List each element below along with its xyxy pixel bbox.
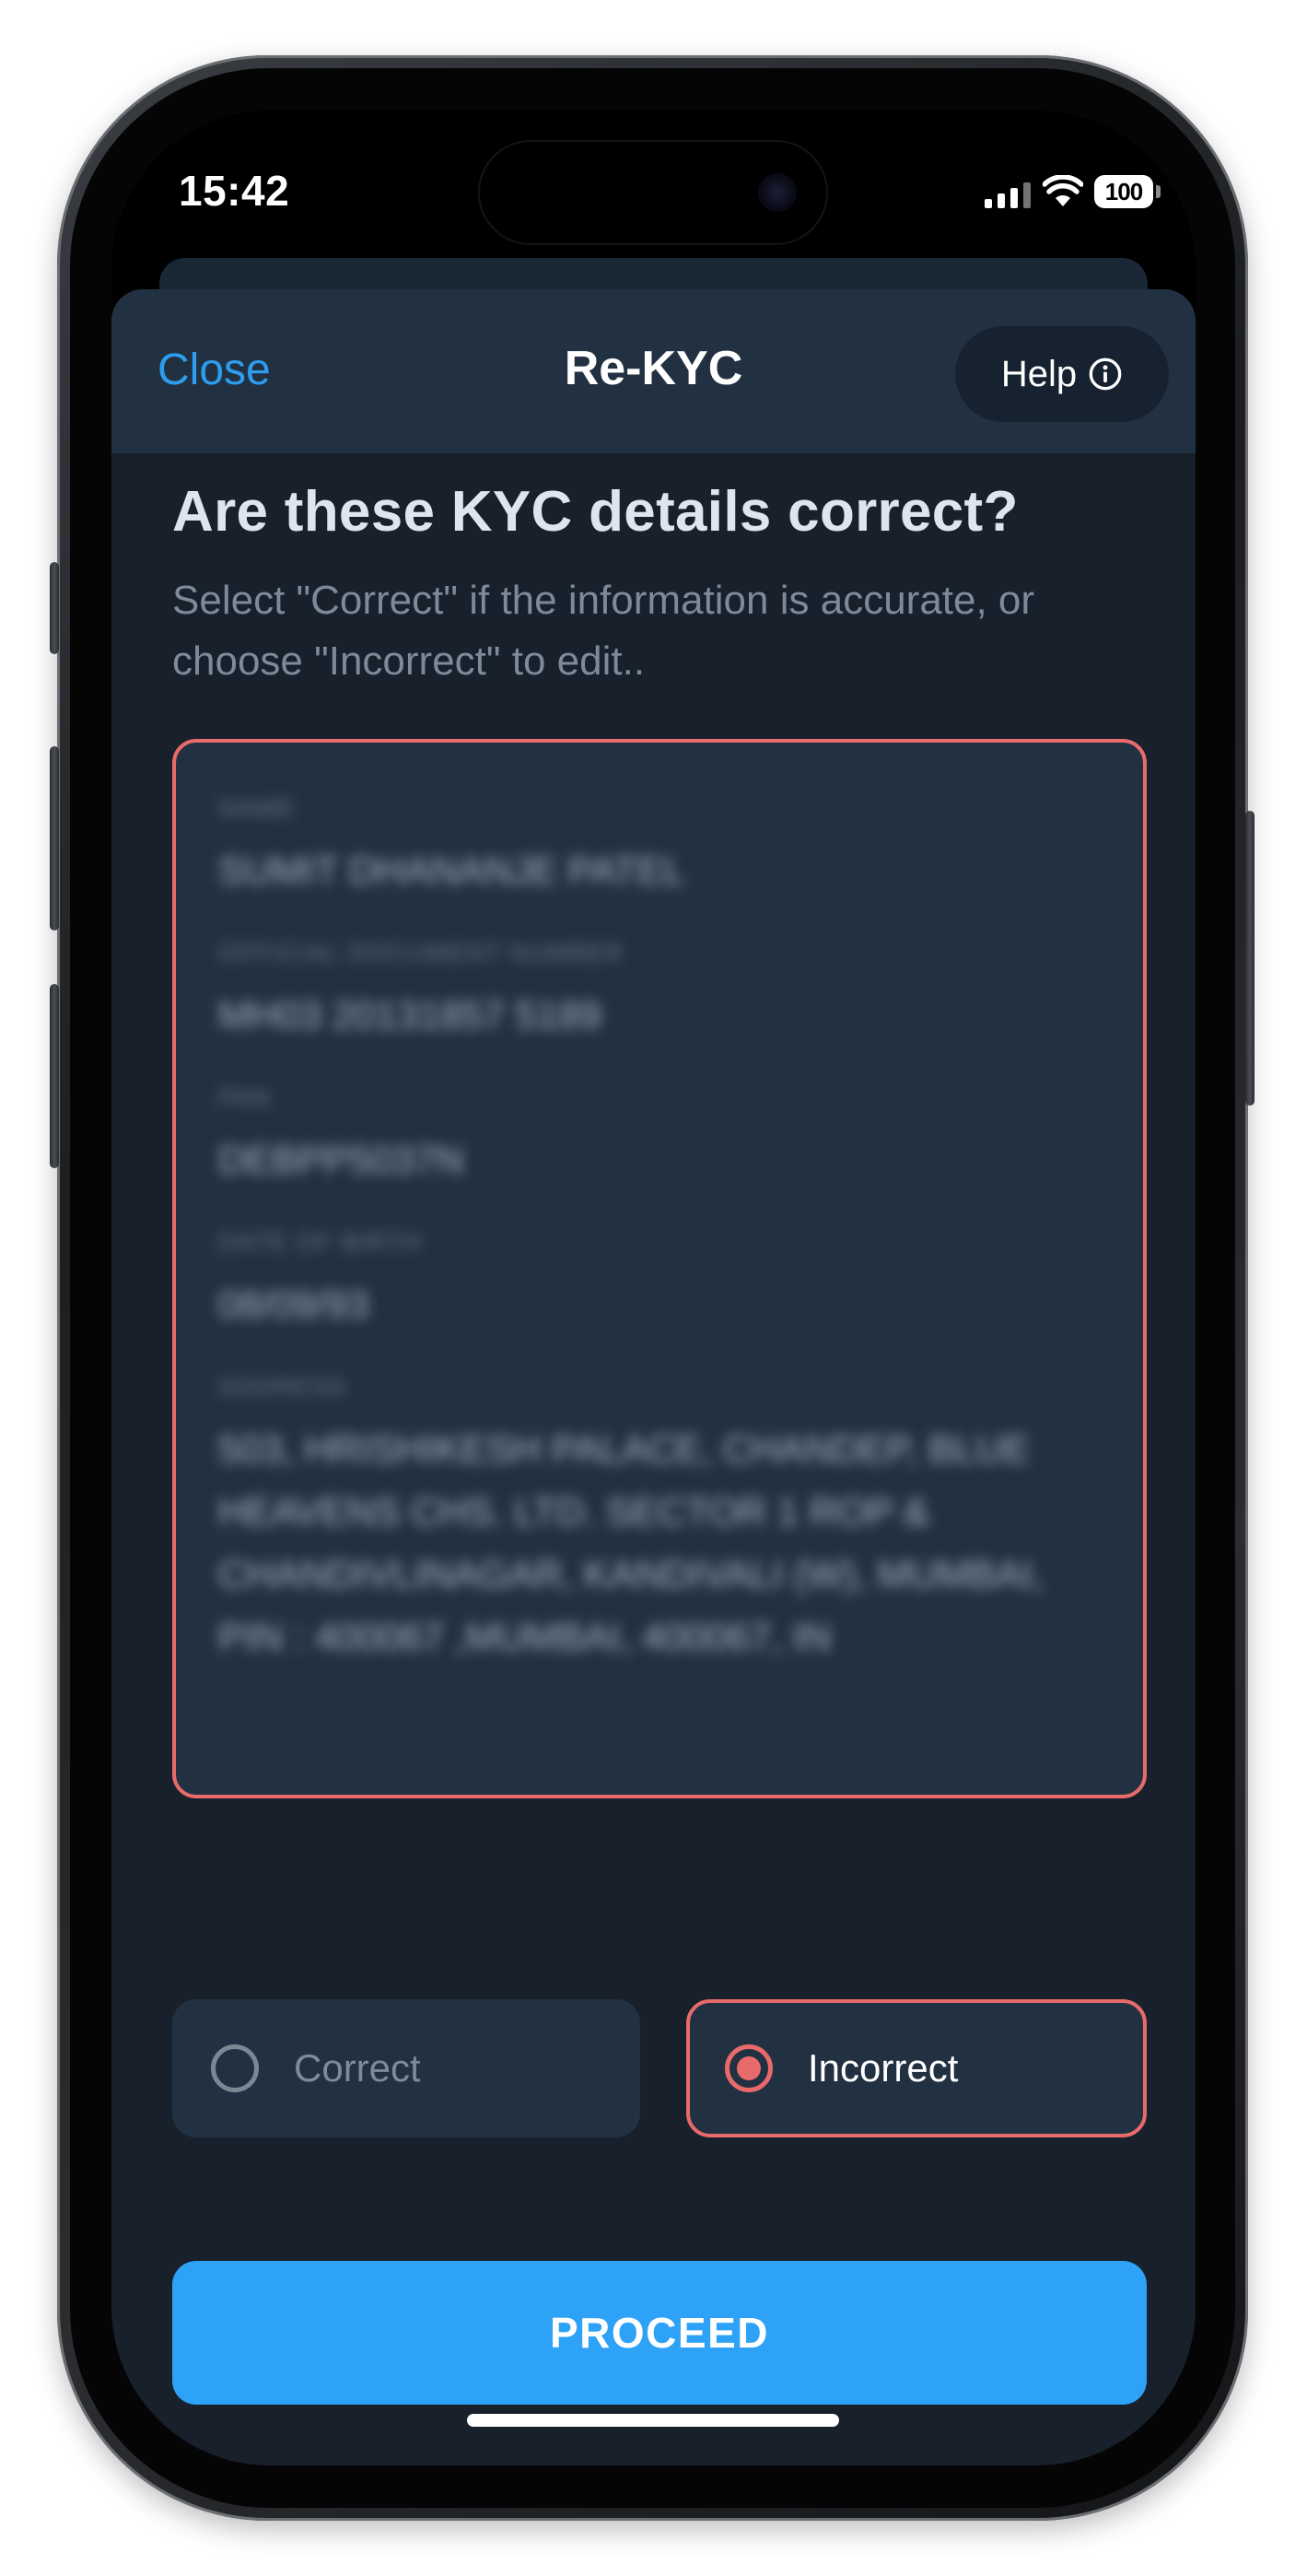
home-indicator[interactable]: [467, 2414, 839, 2427]
field-value: 08/09/93: [218, 1282, 369, 1326]
question-heading: Are these KYC details correct?: [172, 480, 1019, 544]
re-kyc-sheet: Close Re-KYC Help Are these KYC details …: [111, 289, 1196, 2465]
phone-screen: 15:42 100 Close Re-KYC Help Are these KY…: [111, 111, 1196, 2465]
field-value: DEBPP5037N: [218, 1138, 464, 1181]
info-icon: [1089, 357, 1122, 391]
field-label: Address: [218, 1373, 347, 1400]
kyc-field-pan: PAN DEBPP5037N: [218, 1083, 1101, 1191]
volume-down-button: [50, 984, 59, 1168]
field-value: MH03 20131857 5189: [218, 993, 601, 1036]
field-value: SUMIT DHANANJE PATEL: [218, 849, 685, 892]
field-label: Date of Birth: [218, 1228, 423, 1256]
status-time: 15:42: [179, 167, 290, 215]
field-label: Name: [218, 794, 296, 822]
kyc-field-address: Address 503, HRISHIKESH PALACE, CHANDEP,…: [218, 1373, 1101, 1669]
battery-tip: [1156, 185, 1161, 198]
status-bar: 15:42 100: [111, 111, 1196, 258]
incorrect-label: Incorrect: [808, 2046, 959, 2090]
kyc-field-dob: Date of Birth 08/09/93: [218, 1228, 1101, 1336]
sheet-header: Close Re-KYC Help: [111, 289, 1196, 453]
front-camera-icon: [758, 173, 797, 212]
incorrect-option[interactable]: Incorrect: [686, 1999, 1147, 2137]
field-value: 503, HRISHIKESH PALACE, CHANDEP, BLUE HE…: [218, 1427, 1044, 1658]
proceed-button[interactable]: PROCEED: [172, 2261, 1147, 2405]
dynamic-island: [480, 142, 826, 243]
kyc-field-document-number: Official Document Number MH03 20131857 5…: [218, 939, 1101, 1047]
kyc-details-card: Name SUMIT DHANANJE PATEL Official Docum…: [172, 739, 1147, 1798]
correct-option[interactable]: Correct: [172, 1999, 640, 2137]
field-label: PAN: [218, 1083, 272, 1111]
cellular-signal-icon: [985, 182, 1031, 208]
correct-label: Correct: [294, 2046, 421, 2090]
confirmation-options: Correct Incorrect: [172, 1999, 1147, 2137]
kyc-field-name: Name SUMIT DHANANJE PATEL: [218, 794, 1101, 902]
action-button: [50, 562, 59, 654]
radio-unselected-icon[interactable]: [211, 2044, 259, 2092]
help-button[interactable]: Help: [955, 326, 1169, 422]
volume-up-button: [50, 746, 59, 931]
instruction-text: Select "Correct" if the information is a…: [172, 578, 1035, 684]
radio-selected-icon[interactable]: [725, 2044, 773, 2092]
battery-indicator: 100: [1094, 175, 1153, 208]
help-label: Help: [1000, 353, 1078, 394]
power-button: [1245, 811, 1254, 1106]
field-label: Official Document Number: [218, 939, 624, 966]
wifi-icon: [1043, 175, 1083, 206]
